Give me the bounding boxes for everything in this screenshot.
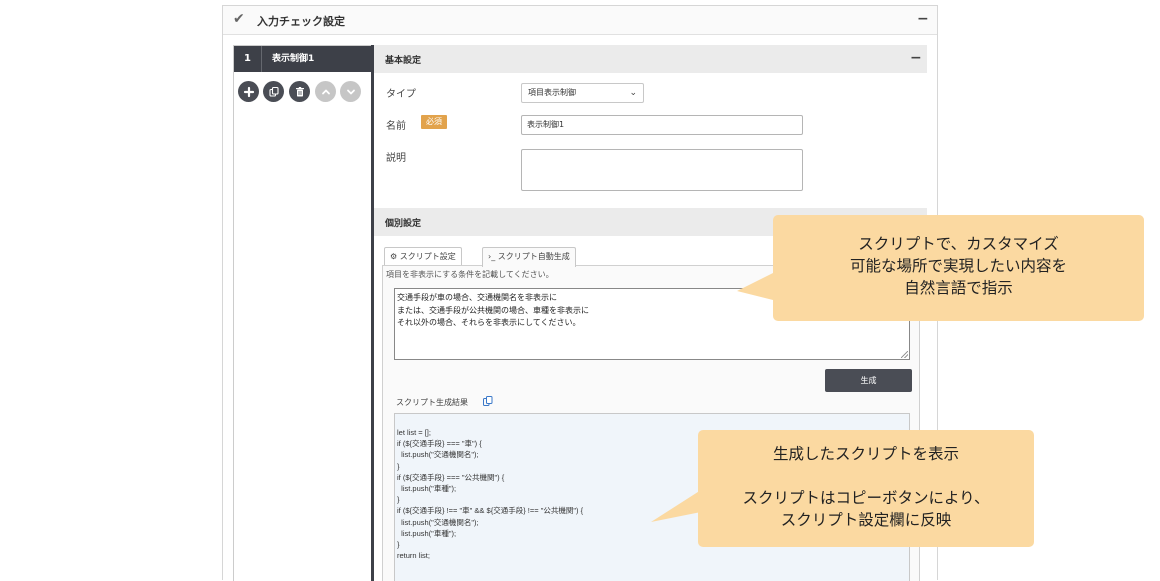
callout-line: 自然言語で指示	[904, 279, 1013, 297]
move-up-button[interactable]	[315, 81, 336, 102]
chevron-down-icon: ⌄	[629, 88, 637, 98]
name-input[interactable]: 表示制御1	[521, 115, 803, 135]
tab-label: スクリプト設定	[399, 252, 456, 261]
callout-line: スクリプトはコピーボタンにより、	[742, 489, 990, 507]
description-label: 説明	[386, 153, 406, 164]
move-down-icon	[346, 89, 355, 94]
callout-prompt-instruction: スクリプトで、カスタマイズ 可能な場所で実現したい内容を 自然言語で指示	[737, 215, 1144, 321]
basic-settings-title: 基本設定	[385, 56, 422, 66]
result-label: スクリプト生成結果	[396, 398, 468, 407]
type-select[interactable]: 項目表示制御 ⌄	[521, 83, 644, 103]
type-label: タイプ	[386, 89, 416, 100]
rule-name: 表示制御1	[272, 54, 315, 64]
panel-title: 入力チェック設定	[257, 15, 345, 28]
name-label: 名前	[386, 121, 406, 132]
move-down-button[interactable]	[340, 81, 361, 102]
callout-line: スクリプトで、カスタマイズ	[858, 235, 1059, 253]
callout-pointer	[651, 490, 701, 522]
individual-settings-title: 個別設定	[385, 219, 422, 229]
delete-icon	[295, 86, 304, 96]
description-textarea[interactable]	[521, 149, 803, 191]
required-badge: 必須	[421, 115, 447, 129]
callout-pointer	[737, 271, 777, 301]
delete-rule-button[interactable]	[289, 81, 310, 102]
type-select-value: 項目表示制御	[528, 88, 576, 97]
move-up-icon	[321, 89, 330, 94]
rule-number: 1	[234, 46, 262, 72]
callout-line: 可能な場所で実現したい内容を	[849, 257, 1067, 275]
basic-settings-header[interactable]: 基本設定 −	[374, 45, 927, 73]
gear-icon: ⚙	[390, 252, 398, 261]
callout-line: 生成したスクリプトを表示	[772, 445, 959, 463]
collapse-basic-button[interactable]: −	[910, 50, 922, 66]
terminal-icon: ›_	[488, 252, 496, 261]
tab-script-settings[interactable]: ⚙ スクリプト設定	[384, 247, 462, 266]
rule-list: 1 表示制御1	[233, 45, 372, 581]
copy-rule-button[interactable]	[263, 81, 284, 102]
add-icon	[243, 86, 254, 97]
collapse-panel-button[interactable]: −	[917, 11, 929, 27]
panel-header[interactable]: ✔ 入力チェック設定 −	[223, 6, 937, 35]
add-rule-button[interactable]	[238, 81, 259, 102]
callout-generated-script: 生成したスクリプトを表示 スクリプトはコピーボタンにより、 スクリプト設定欄に反…	[651, 430, 1034, 547]
resize-handle[interactable]	[901, 351, 908, 358]
hint-text: 項目を非表示にする条件を記載してください。	[386, 270, 554, 279]
rule-list-item[interactable]: 1 表示制御1	[234, 46, 371, 72]
callout-line: スクリプト設定欄に反映	[780, 511, 952, 529]
callout-line	[698, 465, 1034, 487]
tab-script-auto-generate[interactable]: ›_ スクリプト自動生成	[482, 247, 576, 267]
generate-button[interactable]: 生成	[825, 369, 912, 392]
copy-result-icon[interactable]	[482, 395, 494, 407]
check-icon: ✔	[233, 11, 245, 27]
tab-label: スクリプト自動生成	[497, 252, 570, 261]
copy-icon	[268, 86, 279, 97]
code-line: return list;	[397, 551, 430, 561]
